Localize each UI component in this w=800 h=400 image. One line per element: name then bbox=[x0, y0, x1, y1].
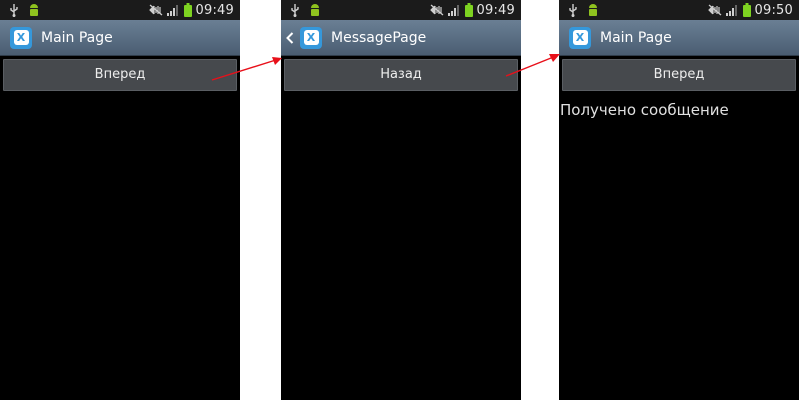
signal-icon bbox=[166, 4, 180, 16]
page-title: MessagePage bbox=[331, 29, 427, 46]
received-message-label: Получено сообщение bbox=[560, 101, 729, 119]
phone-screen-main-page: 09:49 X Main Page Вперед bbox=[0, 0, 240, 400]
signal-icon bbox=[725, 4, 739, 16]
xamarin-app-icon[interactable]: X bbox=[300, 26, 322, 49]
action-bar: X MessagePage bbox=[281, 20, 521, 56]
silent-icon bbox=[707, 4, 722, 16]
xamarin-app-icon: X bbox=[569, 26, 591, 49]
status-bar: 09:49 bbox=[0, 0, 240, 20]
forward-button[interactable]: Вперед bbox=[562, 59, 796, 91]
status-time: 09:49 bbox=[195, 2, 234, 18]
forward-button[interactable]: Вперед bbox=[3, 59, 237, 91]
android-debug-icon bbox=[309, 3, 321, 17]
android-debug-icon bbox=[587, 3, 599, 17]
usb-icon bbox=[568, 3, 578, 17]
battery-icon bbox=[183, 3, 192, 17]
phone-screen-main-page-with-message: 09:50 X Main Page Вперед Получено сообще… bbox=[559, 0, 799, 400]
battery-icon bbox=[464, 3, 473, 17]
phone-screen-message-page: 09:49 X MessagePage Назад bbox=[281, 0, 521, 400]
back-button[interactable]: Назад bbox=[284, 59, 518, 91]
status-bar: 09:49 bbox=[281, 0, 521, 20]
action-bar: X Main Page bbox=[0, 20, 240, 56]
xamarin-app-icon: X bbox=[10, 26, 32, 49]
android-debug-icon bbox=[28, 3, 40, 17]
usb-icon bbox=[9, 3, 19, 17]
action-bar: X Main Page bbox=[559, 20, 799, 56]
page-title: Main Page bbox=[600, 29, 672, 46]
signal-icon bbox=[447, 4, 461, 16]
status-time: 09:50 bbox=[754, 2, 793, 18]
battery-icon bbox=[742, 3, 751, 17]
silent-icon bbox=[429, 4, 444, 16]
status-time: 09:49 bbox=[476, 2, 515, 18]
usb-icon bbox=[290, 3, 300, 17]
back-chevron-icon[interactable] bbox=[286, 31, 296, 44]
status-bar: 09:50 bbox=[559, 0, 799, 20]
silent-icon bbox=[148, 4, 163, 16]
page-title: Main Page bbox=[41, 29, 113, 46]
